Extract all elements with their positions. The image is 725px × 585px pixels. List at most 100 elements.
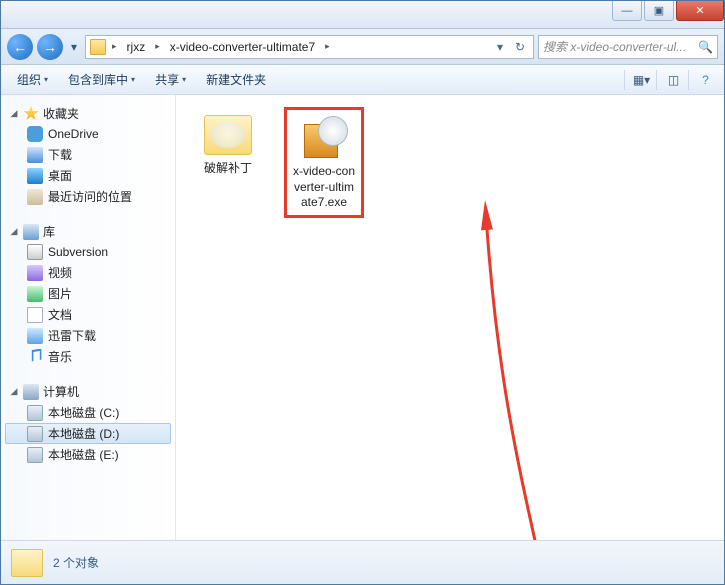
share-menu[interactable]: 共享 ▾ <box>147 67 194 92</box>
close-button[interactable]: ✕ <box>676 1 724 21</box>
drive-c-label: 本地磁盘 (C:) <box>48 404 119 421</box>
status-folder-icon <box>11 549 43 577</box>
annotation-arrow <box>446 195 546 540</box>
organize-menu[interactable]: 组织 ▾ <box>9 67 56 92</box>
desktop-item[interactable]: 桌面 <box>5 165 171 186</box>
breadcrumb-sep-icon: ▸ <box>153 41 162 52</box>
recent-label: 最近访问的位置 <box>48 188 132 205</box>
xunlei-item[interactable]: 迅雷下载 <box>5 325 171 346</box>
help-button[interactable]: ? <box>688 70 716 90</box>
address-bar[interactable]: ▸ rjxz ▸ x-video-converter-ultimate7 ▸ ▾… <box>85 35 534 59</box>
xunlei-label: 迅雷下载 <box>48 327 96 344</box>
view-options-button[interactable]: ▦ ▾ <box>624 70 652 90</box>
onedrive-item[interactable]: OneDrive <box>5 124 171 144</box>
file-items: 破解补丁 x-video-converter-ultimate7.exe <box>188 107 712 218</box>
maximize-button[interactable]: ▣ <box>644 1 674 21</box>
history-dropdown-icon[interactable]: ▾ <box>491 38 509 56</box>
videos-item[interactable]: 视频 <box>5 262 171 283</box>
favorites-header[interactable]: ◢ 收藏夹 <box>5 103 171 124</box>
desktop-icon <box>27 168 43 184</box>
drive-c-item[interactable]: 本地磁盘 (C:) <box>5 402 171 423</box>
toolbar: 组织 ▾ 包含到库中 ▾ 共享 ▾ 新建文件夹 ▦ ▾ ◫ ? <box>1 65 724 95</box>
new-folder-button[interactable]: 新建文件夹 <box>198 67 274 92</box>
chevron-down-icon: ▾ <box>182 75 186 84</box>
drive-d-item[interactable]: 本地磁盘 (D:) <box>5 423 171 444</box>
documents-label: 文档 <box>48 306 72 323</box>
downloads-label: 下载 <box>48 146 72 163</box>
drive-e-label: 本地磁盘 (E:) <box>48 446 119 463</box>
refresh-icon[interactable]: ↻ <box>511 38 529 56</box>
document-icon <box>27 307 43 323</box>
addr-right: ▾ ↻ <box>491 38 529 56</box>
preview-pane-button[interactable]: ◫ <box>656 70 684 90</box>
svn-label: Subversion <box>48 245 108 259</box>
exe-label: x-video-converter-ultimate7.exe <box>291 164 357 211</box>
toolbar-right: ▦ ▾ ◫ ? <box>624 70 716 90</box>
video-label: 视频 <box>48 264 72 281</box>
pictures-label: 图片 <box>48 285 72 302</box>
installer-icon <box>300 116 348 160</box>
collapse-icon: ◢ <box>9 108 19 119</box>
libraries-label: 库 <box>43 223 55 240</box>
include-in-library-menu[interactable]: 包含到库中 ▾ <box>60 67 143 92</box>
subversion-item[interactable]: Subversion <box>5 242 171 262</box>
recent-item[interactable]: 最近访问的位置 <box>5 186 171 207</box>
libraries-group: ◢ 库 Subversion 视频 图片 文档 迅雷下载 音乐 <box>5 221 171 367</box>
collapse-icon: ◢ <box>9 386 19 397</box>
organize-label: 组织 <box>17 71 41 88</box>
recent-icon <box>27 189 43 205</box>
computer-header[interactable]: ◢ 计算机 <box>5 381 171 402</box>
documents-item[interactable]: 文档 <box>5 304 171 325</box>
music-item[interactable]: 音乐 <box>5 346 171 367</box>
include-label: 包含到库中 <box>68 71 128 88</box>
computer-label: 计算机 <box>43 383 79 400</box>
download-icon <box>27 147 43 163</box>
folder-label: 破解补丁 <box>192 161 264 177</box>
cloud-icon <box>27 126 43 142</box>
pictures-item[interactable]: 图片 <box>5 283 171 304</box>
computer-icon <box>23 384 39 400</box>
share-label: 共享 <box>155 71 179 88</box>
folder-icon <box>90 39 106 55</box>
search-placeholder: 搜索 x-video-converter-ul... <box>543 38 686 55</box>
chevron-down-icon: ▾ <box>44 75 48 84</box>
explorer-window: — ▣ ✕ ← → ▾ ▸ rjxz ▸ x-video-converter-u… <box>0 0 725 585</box>
nav-tree: ◢ 收藏夹 OneDrive 下载 桌面 最近访问的位置 ◢ 库 Subvers… <box>1 95 176 540</box>
music-label: 音乐 <box>48 348 72 365</box>
drive-e-item[interactable]: 本地磁盘 (E:) <box>5 444 171 465</box>
downloads-item[interactable]: 下载 <box>5 144 171 165</box>
hdd-icon <box>27 426 43 442</box>
back-button[interactable]: ← <box>7 34 33 60</box>
search-box[interactable]: 搜索 x-video-converter-ul... 🔍 <box>538 35 718 59</box>
favorites-group: ◢ 收藏夹 OneDrive 下载 桌面 最近访问的位置 <box>5 103 171 207</box>
nav-history-dropdown[interactable]: ▾ <box>67 34 81 60</box>
exe-item[interactable]: x-video-converter-ultimate7.exe <box>284 107 364 218</box>
desktop-label: 桌面 <box>48 167 72 184</box>
favorites-label: 收藏夹 <box>43 105 79 122</box>
star-icon <box>23 106 39 122</box>
breadcrumb-sep-icon: ▸ <box>323 41 332 52</box>
hdd-icon <box>27 447 43 463</box>
drive-d-label: 本地磁盘 (D:) <box>48 425 119 442</box>
search-icon[interactable]: 🔍 <box>698 40 713 54</box>
minimize-button[interactable]: — <box>612 1 642 21</box>
video-icon <box>27 265 43 281</box>
music-icon <box>27 349 43 365</box>
collapse-icon: ◢ <box>9 226 19 237</box>
file-pane[interactable]: 破解补丁 x-video-converter-ultimate7.exe <box>176 95 724 540</box>
forward-button[interactable]: → <box>37 34 63 60</box>
folder-icon <box>204 115 252 155</box>
onedrive-label: OneDrive <box>48 127 99 141</box>
computer-group: ◢ 计算机 本地磁盘 (C:) 本地磁盘 (D:) 本地磁盘 (E:) <box>5 381 171 465</box>
libraries-header[interactable]: ◢ 库 <box>5 221 171 242</box>
xunlei-icon <box>27 328 43 344</box>
breadcrumb-seg[interactable]: x-video-converter-ultimate7 <box>166 40 319 54</box>
status-text: 2 个对象 <box>53 554 99 571</box>
navbar: ← → ▾ ▸ rjxz ▸ x-video-converter-ultimat… <box>1 29 724 65</box>
library-icon <box>23 224 39 240</box>
window-controls: — ▣ ✕ <box>610 1 724 21</box>
pictures-icon <box>27 286 43 302</box>
breadcrumb-seg[interactable]: rjxz <box>123 40 150 54</box>
statusbar: 2 个对象 <box>1 540 724 584</box>
folder-item[interactable]: 破解补丁 <box>188 107 268 181</box>
